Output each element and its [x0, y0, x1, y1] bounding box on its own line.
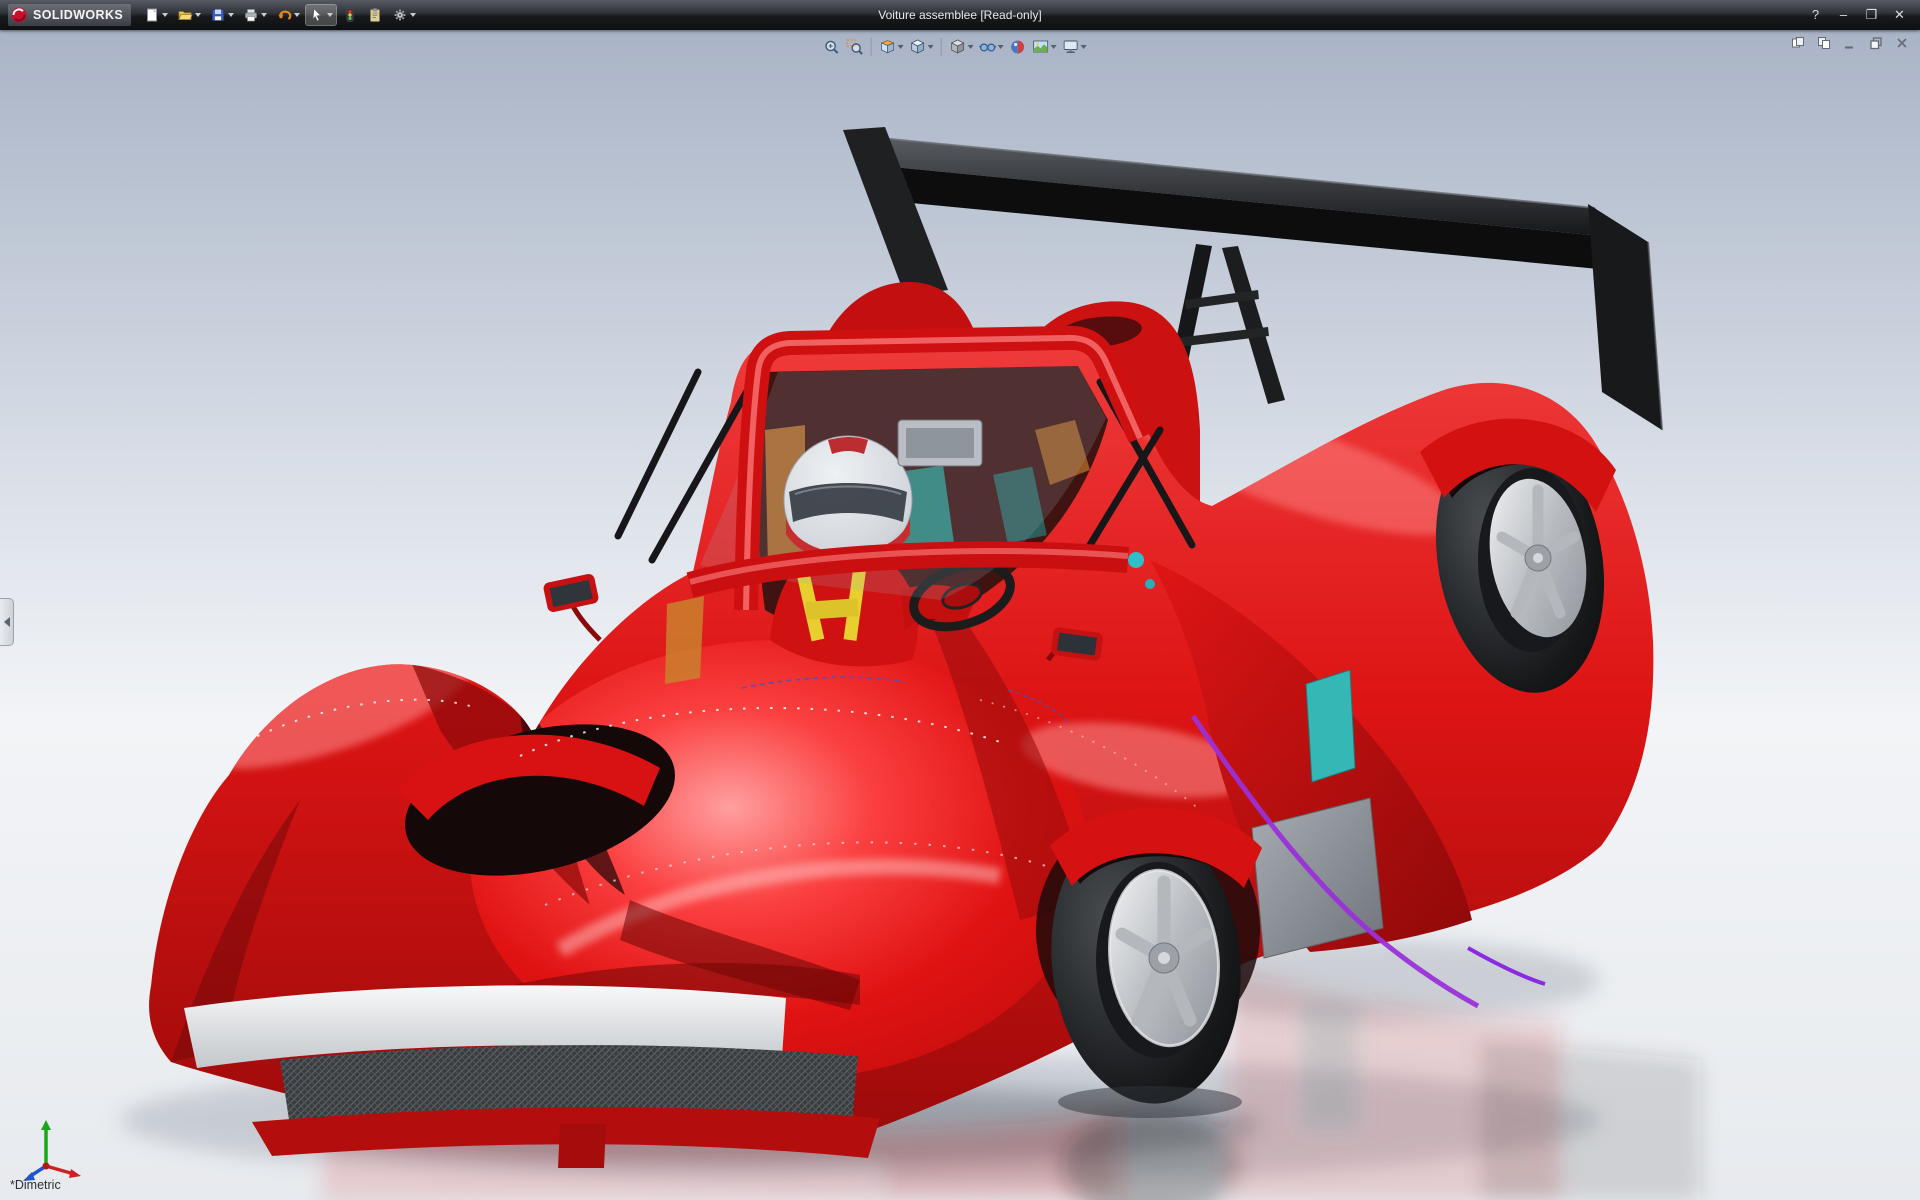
window-close-button[interactable] [1892, 34, 1912, 52]
dropdown-caret[interactable] [327, 13, 333, 17]
save-button[interactable] [207, 5, 237, 25]
minimize-button[interactable]: – [1831, 5, 1856, 25]
title-bar: SOLIDWORKS [0, 0, 1920, 30]
window-cascade-icon [1817, 36, 1831, 50]
window-restore-icon [1869, 36, 1883, 50]
dropdown-caret[interactable] [968, 45, 974, 49]
display-style-icon [949, 38, 967, 56]
view-orientation-cube-icon [909, 38, 927, 56]
close-button[interactable]: ✕ [1887, 5, 1912, 25]
x-axis-arrow [69, 1169, 81, 1178]
clipboard-button[interactable] [364, 5, 386, 25]
section-view-icon [879, 38, 897, 56]
new-document-icon [144, 7, 160, 23]
zoom-to-area-button[interactable] [844, 36, 866, 58]
edit-appearance-button[interactable] [1007, 36, 1029, 58]
monitor-icon [1062, 38, 1080, 56]
toolbar-separator [871, 38, 872, 56]
hide-show-items-button[interactable] [977, 36, 1006, 58]
front-grille[interactable] [184, 985, 880, 1168]
dropdown-caret[interactable] [195, 13, 201, 17]
window-tile-button[interactable] [1788, 34, 1808, 52]
dropdown-caret[interactable] [998, 45, 1004, 49]
orange-intake [665, 596, 704, 684]
dropdown-caret[interactable] [162, 13, 168, 17]
dropdown-caret[interactable] [410, 13, 416, 17]
dropdown-caret[interactable] [294, 13, 300, 17]
window-restore-button[interactable] [1866, 34, 1886, 52]
traffic-light-button[interactable] [339, 5, 361, 25]
undo-icon [276, 7, 292, 23]
section-view-button[interactable] [877, 36, 906, 58]
window-close-icon [1895, 36, 1909, 50]
featuremanager-collapse-tab[interactable] [0, 598, 14, 646]
open-folder-icon [177, 7, 193, 23]
appearance-ball-icon [1009, 38, 1027, 56]
select-button[interactable] [306, 5, 336, 25]
options-button[interactable] [389, 5, 419, 25]
display-style-button[interactable] [947, 36, 976, 58]
view-settings-button[interactable] [1060, 36, 1089, 58]
view-orientation-label: *Dimetric [10, 1178, 61, 1192]
standard-toolbar [141, 5, 419, 25]
new-document-button[interactable] [141, 5, 171, 25]
maximize-button[interactable]: ❐ [1859, 5, 1884, 25]
document-window-controls [1788, 34, 1912, 52]
print-button[interactable] [240, 5, 270, 25]
save-icon [210, 7, 226, 23]
y-axis-arrow [41, 1120, 51, 1130]
zoom-to-fit-button[interactable] [821, 36, 843, 58]
interior-mirror[interactable] [898, 420, 982, 466]
apply-scene-button[interactable] [1030, 36, 1059, 58]
clipboard-icon [367, 7, 383, 23]
undo-button[interactable] [273, 5, 303, 25]
solidworks-logo: SOLIDWORKS [8, 4, 131, 26]
print-icon [243, 7, 259, 23]
document-title: Voiture assemblee [Read-only] [878, 8, 1041, 22]
window-minimize-icon [1843, 36, 1857, 50]
scene-icon [1032, 38, 1050, 56]
3ds-logo-icon [10, 6, 28, 24]
zoom-to-area-icon [846, 38, 864, 56]
graphics-viewport[interactable] [0, 0, 1920, 1200]
heads-up-toolbar [821, 36, 1089, 58]
toolbar-separator [941, 38, 942, 56]
zoom-to-fit-icon [823, 38, 841, 56]
window-minimize-button[interactable] [1840, 34, 1860, 52]
select-cursor-icon [309, 7, 325, 23]
window-tile-icon [1791, 36, 1805, 50]
dropdown-caret[interactable] [228, 13, 234, 17]
gear-icon [392, 7, 408, 23]
open-button[interactable] [174, 5, 204, 25]
dropdown-caret[interactable] [928, 45, 934, 49]
dropdown-caret[interactable] [261, 13, 267, 17]
dropdown-caret[interactable] [1051, 45, 1057, 49]
window-controls: ? – ❐ ✕ [1803, 5, 1912, 25]
chevron-left-icon [4, 617, 10, 627]
dropdown-caret[interactable] [1081, 45, 1087, 49]
window-cascade-button[interactable] [1814, 34, 1834, 52]
traffic-light-icon [342, 7, 358, 23]
view-orientation-button[interactable] [907, 36, 936, 58]
dropdown-caret[interactable] [898, 45, 904, 49]
help-button[interactable]: ? [1803, 5, 1828, 25]
app-name: SOLIDWORKS [33, 8, 123, 22]
teal-side-window[interactable] [1306, 670, 1355, 782]
glasses-icon [979, 38, 997, 56]
solidworks-window: SOLIDWORKS [0, 0, 1920, 1200]
